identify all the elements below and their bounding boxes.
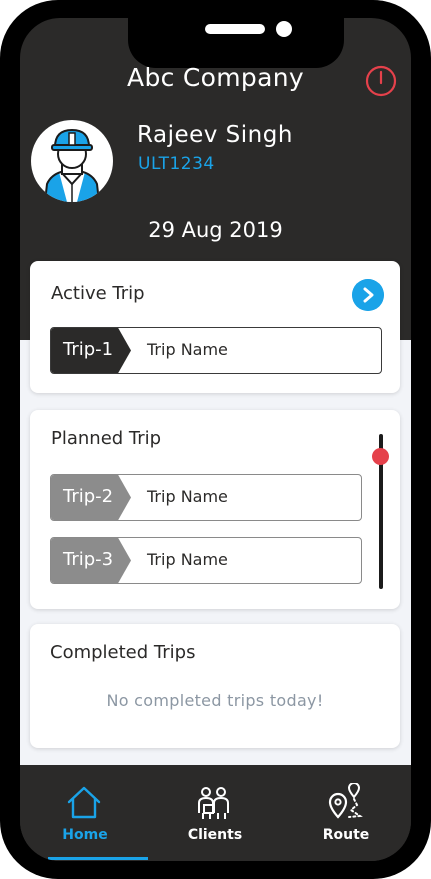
home-icon	[67, 786, 101, 819]
empty-message: No completed trips today!	[106, 691, 324, 710]
active-trip-row[interactable]: Trip-1 Trip Name	[50, 327, 382, 374]
company-name: Abc Company	[127, 63, 304, 92]
active-trip-title: Active Trip	[51, 283, 145, 304]
front-camera	[276, 21, 292, 37]
active-tab-indicator	[48, 857, 148, 860]
completed-trips-card: Completed Trips No completed trips today…	[30, 624, 400, 748]
app-screen: Abc Company Rajeev Singh ULT1234 29 Aug …	[20, 18, 411, 861]
planned-trip-title: Planned Trip	[51, 428, 162, 449]
trip-tag: Trip-2	[51, 475, 131, 520]
user-name: Rajeev Singh	[137, 122, 293, 148]
phone-frame: Abc Company Rajeev Singh ULT1234 29 Aug …	[0, 0, 431, 879]
worker-avatar-icon	[31, 120, 113, 202]
tab-label: Home	[62, 827, 108, 843]
trip-tag: Trip-3	[51, 538, 131, 583]
completed-trips-title: Completed Trips	[50, 642, 196, 663]
active-trip-card: Active Trip Trip-1 Trip Name	[30, 261, 400, 393]
tab-home[interactable]: Home	[20, 765, 150, 861]
route-icon	[328, 783, 363, 819]
trip-tag: Trip-1	[51, 328, 131, 373]
tab-clients[interactable]: Clients	[150, 765, 280, 861]
device-notch	[128, 18, 344, 68]
user-id: ULT1234	[138, 154, 215, 174]
planned-trip-row[interactable]: Trip-2 Trip Name	[50, 474, 362, 521]
tab-label: Route	[322, 827, 370, 843]
trip-name: Trip Name	[147, 340, 228, 359]
current-date: 29 Aug 2019	[148, 218, 283, 242]
tab-label: Clients	[187, 827, 243, 843]
clients-icon	[198, 787, 229, 819]
bottom-tab-bar: Home Clients Route	[20, 765, 411, 861]
trip-name: Trip Name	[147, 550, 228, 569]
planned-trip-card: Planned Trip Trip-2 Trip Name Trip-3 Tri…	[30, 410, 400, 609]
power-icon[interactable]	[364, 64, 398, 98]
speaker	[205, 24, 265, 34]
planned-scrollbar-thumb[interactable]	[372, 448, 389, 465]
play-icon[interactable]	[352, 279, 384, 311]
trip-name: Trip Name	[147, 487, 228, 506]
tab-route[interactable]: Route	[281, 765, 411, 861]
planned-trip-row[interactable]: Trip-3 Trip Name	[50, 537, 362, 584]
